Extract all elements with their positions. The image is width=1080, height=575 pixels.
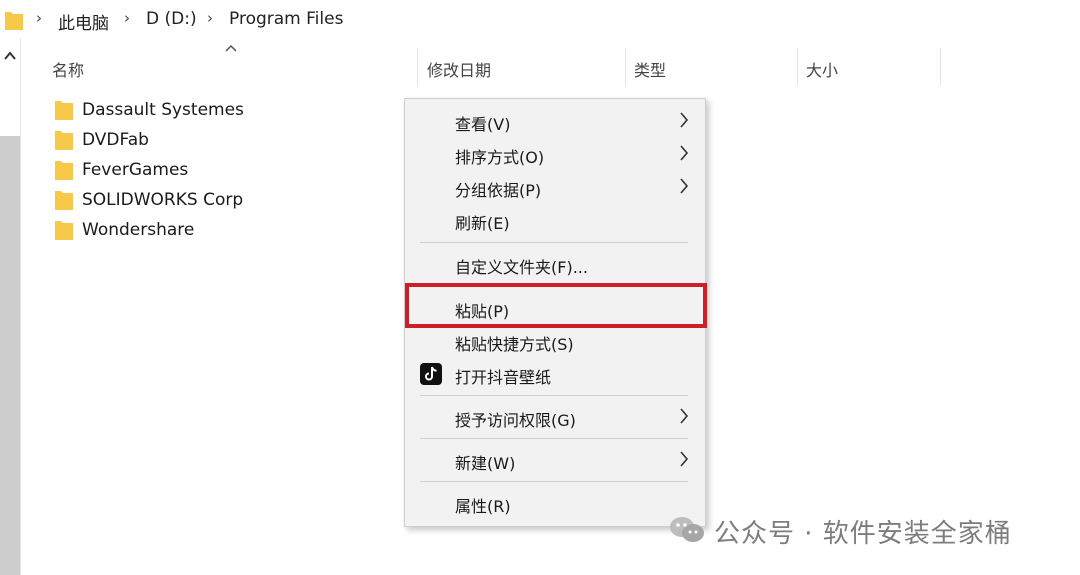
menu-item-label: 授予访问权限(G) bbox=[455, 411, 576, 430]
menu-item-properties[interactable]: 属性(R) bbox=[405, 487, 705, 519]
breadcrumb-program-files[interactable]: Program Files bbox=[229, 9, 343, 29]
folder-icon bbox=[54, 129, 74, 151]
column-divider[interactable] bbox=[625, 48, 626, 86]
column-header-size[interactable]: 大小 bbox=[806, 57, 838, 81]
column-header-modified[interactable]: 修改日期 bbox=[427, 57, 491, 81]
paste-highlight-box bbox=[405, 283, 707, 328]
file-name: Dassault Systemes bbox=[82, 100, 244, 120]
menu-item-give-access[interactable]: 授予访问权限(G) bbox=[405, 401, 705, 433]
watermark-text: 公众号 · 软件安装全家桶 bbox=[714, 519, 1012, 549]
list-item[interactable]: Wondershare bbox=[54, 217, 194, 243]
menu-separator bbox=[420, 481, 688, 482]
menu-separator bbox=[420, 395, 688, 396]
file-name: DVDFab bbox=[82, 130, 149, 150]
watermark: 公众号 · 软件安装全家桶 bbox=[668, 513, 1012, 550]
chevron-right-icon bbox=[679, 407, 689, 429]
file-name: SOLIDWORKS Corp bbox=[82, 190, 244, 210]
list-item[interactable]: Dassault Systemes bbox=[54, 97, 244, 123]
folder-icon bbox=[54, 99, 74, 121]
menu-item-label: 刷新(E) bbox=[455, 214, 510, 233]
menu-item-view[interactable]: 查看(V) bbox=[405, 105, 705, 137]
menu-item-label: 查看(V) bbox=[455, 115, 511, 134]
breadcrumb-drive-d[interactable]: D (D:) bbox=[146, 9, 197, 29]
wechat-icon bbox=[668, 514, 706, 550]
sort-ascending-icon bbox=[225, 41, 237, 55]
menu-item-paste-shortcut[interactable]: 粘贴快捷方式(S) bbox=[405, 325, 705, 357]
scroll-up-icon[interactable] bbox=[4, 50, 16, 65]
file-name: Wondershare bbox=[82, 220, 195, 240]
tiktok-icon bbox=[420, 363, 442, 385]
menu-item-sort-by[interactable]: 排序方式(O) bbox=[405, 138, 705, 170]
menu-item-new[interactable]: 新建(W) bbox=[405, 444, 705, 476]
scrollbar-thumb[interactable] bbox=[0, 136, 20, 575]
menu-item-customize-folder[interactable]: 自定义文件夹(F)... bbox=[405, 248, 705, 280]
chevron-right-icon: › bbox=[36, 9, 42, 27]
menu-item-label: 粘贴快捷方式(S) bbox=[455, 335, 574, 354]
column-divider[interactable] bbox=[417, 48, 418, 86]
column-divider[interactable] bbox=[940, 48, 941, 86]
menu-item-label: 排序方式(O) bbox=[455, 148, 545, 167]
breadcrumb-this-pc[interactable]: 此电脑 bbox=[58, 9, 109, 34]
chevron-right-icon: › bbox=[207, 9, 213, 27]
chevron-right-icon bbox=[679, 111, 689, 133]
menu-item-open-douyin-wallpaper[interactable]: 打开抖音壁纸 bbox=[405, 358, 705, 390]
column-header-name[interactable]: 名称 bbox=[52, 57, 84, 81]
file-name: FeverGames bbox=[82, 160, 189, 180]
menu-separator bbox=[420, 438, 688, 439]
folder-icon bbox=[54, 189, 74, 211]
column-divider[interactable] bbox=[797, 48, 798, 86]
folder-icon bbox=[4, 9, 24, 35]
list-item[interactable]: DVDFab bbox=[54, 127, 149, 153]
menu-item-refresh[interactable]: 刷新(E) bbox=[405, 204, 705, 236]
chevron-right-icon bbox=[679, 177, 689, 199]
menu-item-group-by[interactable]: 分组依据(P) bbox=[405, 171, 705, 203]
menu-item-label: 自定义文件夹(F)... bbox=[455, 258, 588, 277]
chevron-right-icon bbox=[679, 450, 689, 472]
list-item[interactable]: FeverGames bbox=[54, 157, 188, 183]
chevron-right-icon: › bbox=[124, 9, 130, 27]
menu-item-label: 属性(R) bbox=[455, 497, 511, 516]
folder-icon bbox=[54, 219, 74, 241]
column-header-type[interactable]: 类型 bbox=[634, 57, 666, 81]
chevron-right-icon bbox=[679, 144, 689, 166]
folder-icon bbox=[54, 159, 74, 181]
menu-item-label: 分组依据(P) bbox=[455, 181, 542, 200]
menu-separator bbox=[420, 242, 688, 243]
list-item[interactable]: SOLIDWORKS Corp bbox=[54, 187, 243, 213]
address-bar[interactable]: › 此电脑 › D (D:) › Program Files bbox=[0, 0, 1080, 38]
menu-item-label: 打开抖音壁纸 bbox=[455, 368, 552, 387]
menu-item-label: 新建(W) bbox=[455, 454, 516, 473]
